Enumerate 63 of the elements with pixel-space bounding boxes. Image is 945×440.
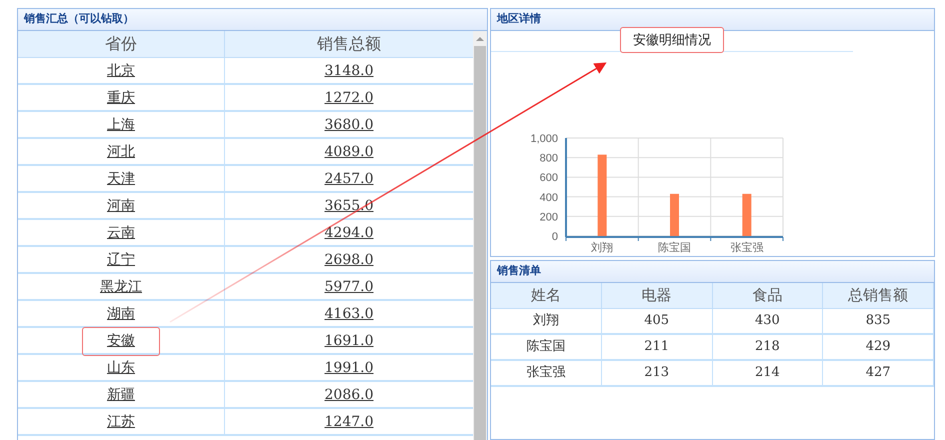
table-cell: 211 [602, 335, 712, 359]
column-header: 电器 [602, 283, 712, 308]
x-tick-label: 刘翔 [591, 242, 614, 254]
x-tick-label: 陈宝国 [658, 242, 691, 254]
province-link[interactable]: 安徽 [83, 328, 159, 355]
total-link[interactable]: 4163.0 [324, 304, 374, 325]
total-link[interactable]: 4089.0 [324, 142, 374, 163]
table-cell: 214 [712, 361, 824, 385]
table-cell: 张宝强 [491, 361, 602, 385]
bar [742, 194, 752, 236]
total-link[interactable]: 3680.0 [324, 115, 374, 136]
table-cell: 陈宝国 [491, 335, 602, 359]
total-link[interactable]: 1991.0 [324, 358, 374, 379]
y-tick-label: 200 [540, 211, 558, 224]
y-tick-label: 800 [540, 152, 558, 165]
column-header: 食品 [712, 283, 824, 308]
total-link[interactable]: 1691.0 [324, 331, 374, 352]
table-cell: 218 [712, 335, 824, 359]
province-link[interactable]: 新疆 [83, 382, 159, 409]
total-link[interactable]: 2698.0 [324, 250, 374, 271]
panel-title: 地区详情 [497, 12, 541, 28]
x-tick-label: 张宝强 [730, 242, 764, 254]
scrollbar[interactable] [473, 31, 487, 440]
province-link[interactable]: 云南 [83, 220, 159, 247]
table-cell: 430 [712, 309, 824, 333]
column-header: 销售总额 [316, 33, 382, 55]
total-link[interactable]: 2457.0 [324, 169, 374, 190]
province-link[interactable]: 山东 [83, 355, 159, 382]
chart-title: 安徽明细情况 [620, 27, 724, 52]
province-link[interactable]: 天津 [83, 166, 159, 193]
panel-title: 销售清单 [497, 264, 541, 280]
province-link[interactable]: 北京 [83, 58, 159, 85]
y-tick-label: 600 [540, 172, 558, 184]
province-link[interactable]: 黑龙江 [76, 274, 166, 301]
province-link[interactable]: 河南 [83, 193, 159, 220]
total-link[interactable]: 1247.0 [324, 412, 374, 433]
province-link[interactable]: 重庆 [83, 85, 159, 112]
y-tick-label: 1,000 [530, 133, 558, 145]
province-link[interactable]: 湖南 [83, 301, 159, 328]
total-link[interactable]: 1272.0 [324, 88, 374, 109]
province-link[interactable]: 上海 [83, 112, 159, 139]
total-link[interactable]: 3148.0 [324, 61, 374, 82]
bar [670, 194, 679, 236]
scroll-thumb[interactable] [474, 46, 486, 440]
total-link[interactable]: 5977.0 [324, 277, 374, 298]
total-link[interactable]: 2086.0 [324, 385, 374, 406]
y-tick-label: 400 [540, 192, 558, 204]
panel-title: 销售汇总（可以钻取） [24, 12, 134, 28]
table-cell: 405 [602, 309, 712, 333]
table-cell: 213 [602, 361, 712, 385]
table-cell: 427 [823, 361, 934, 385]
table-cell: 429 [823, 335, 934, 359]
scroll-up-icon[interactable] [476, 36, 484, 42]
column-header: 姓名 [491, 283, 602, 308]
table-cell: 刘翔 [491, 309, 602, 333]
total-link[interactable]: 4294.0 [324, 223, 374, 244]
province-link[interactable]: 辽宁 [83, 247, 159, 274]
province-link[interactable]: 河北 [83, 139, 159, 166]
province-link[interactable]: 江苏 [83, 409, 159, 436]
column-header: 总销售额 [823, 283, 934, 308]
table-cell: 835 [823, 309, 934, 333]
y-tick-label: 0 [552, 231, 558, 243]
column-header: 省份 [18, 31, 225, 57]
